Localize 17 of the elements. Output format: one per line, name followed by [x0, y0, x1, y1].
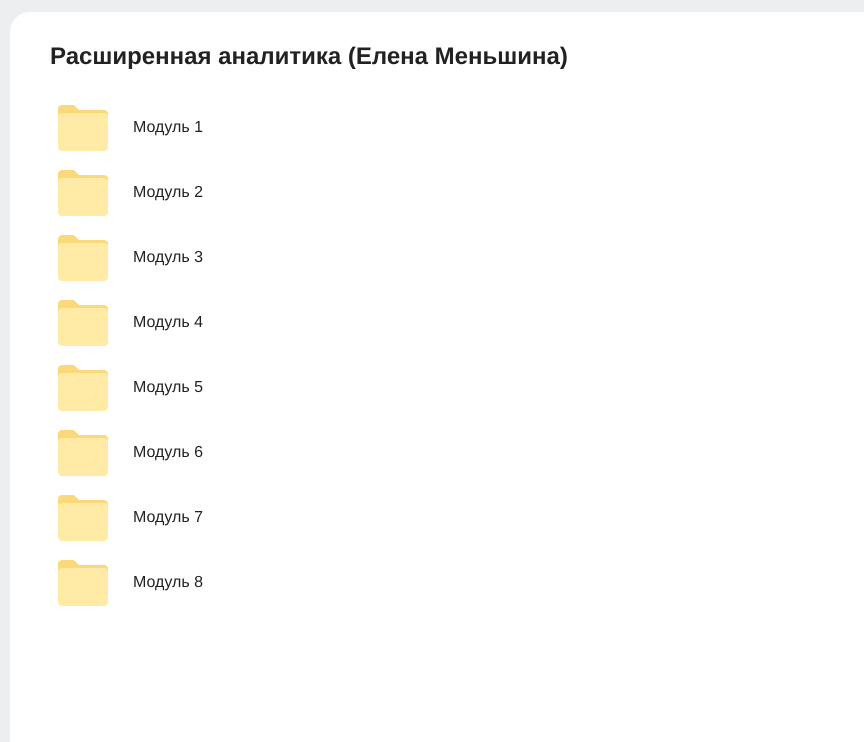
- folder-icon[interactable]: [58, 364, 108, 410]
- folder-name[interactable]: Модуль 5: [133, 376, 204, 400]
- folder-name[interactable]: Модуль 4: [133, 310, 204, 334]
- folder-name[interactable]: Модуль 8: [133, 570, 204, 594]
- folder-name[interactable]: Модуль 1: [133, 116, 204, 140]
- folder-icon[interactable]: [58, 300, 108, 346]
- folder-icon[interactable]: [58, 494, 108, 540]
- folder-name[interactable]: Модуль 2: [133, 180, 204, 204]
- folder-name[interactable]: Модуль 3: [133, 246, 204, 270]
- page-title: Расширенная аналитика (Елена Меньшина): [50, 42, 568, 72]
- folder-name[interactable]: Модуль 6: [133, 440, 204, 464]
- folder-icon[interactable]: [58, 104, 108, 150]
- folder-icon[interactable]: [58, 430, 108, 476]
- folder-name[interactable]: Модуль 7: [133, 506, 204, 530]
- folder-icon[interactable]: [58, 234, 108, 280]
- folder-icon[interactable]: [58, 170, 108, 216]
- folder-icon[interactable]: [58, 560, 108, 606]
